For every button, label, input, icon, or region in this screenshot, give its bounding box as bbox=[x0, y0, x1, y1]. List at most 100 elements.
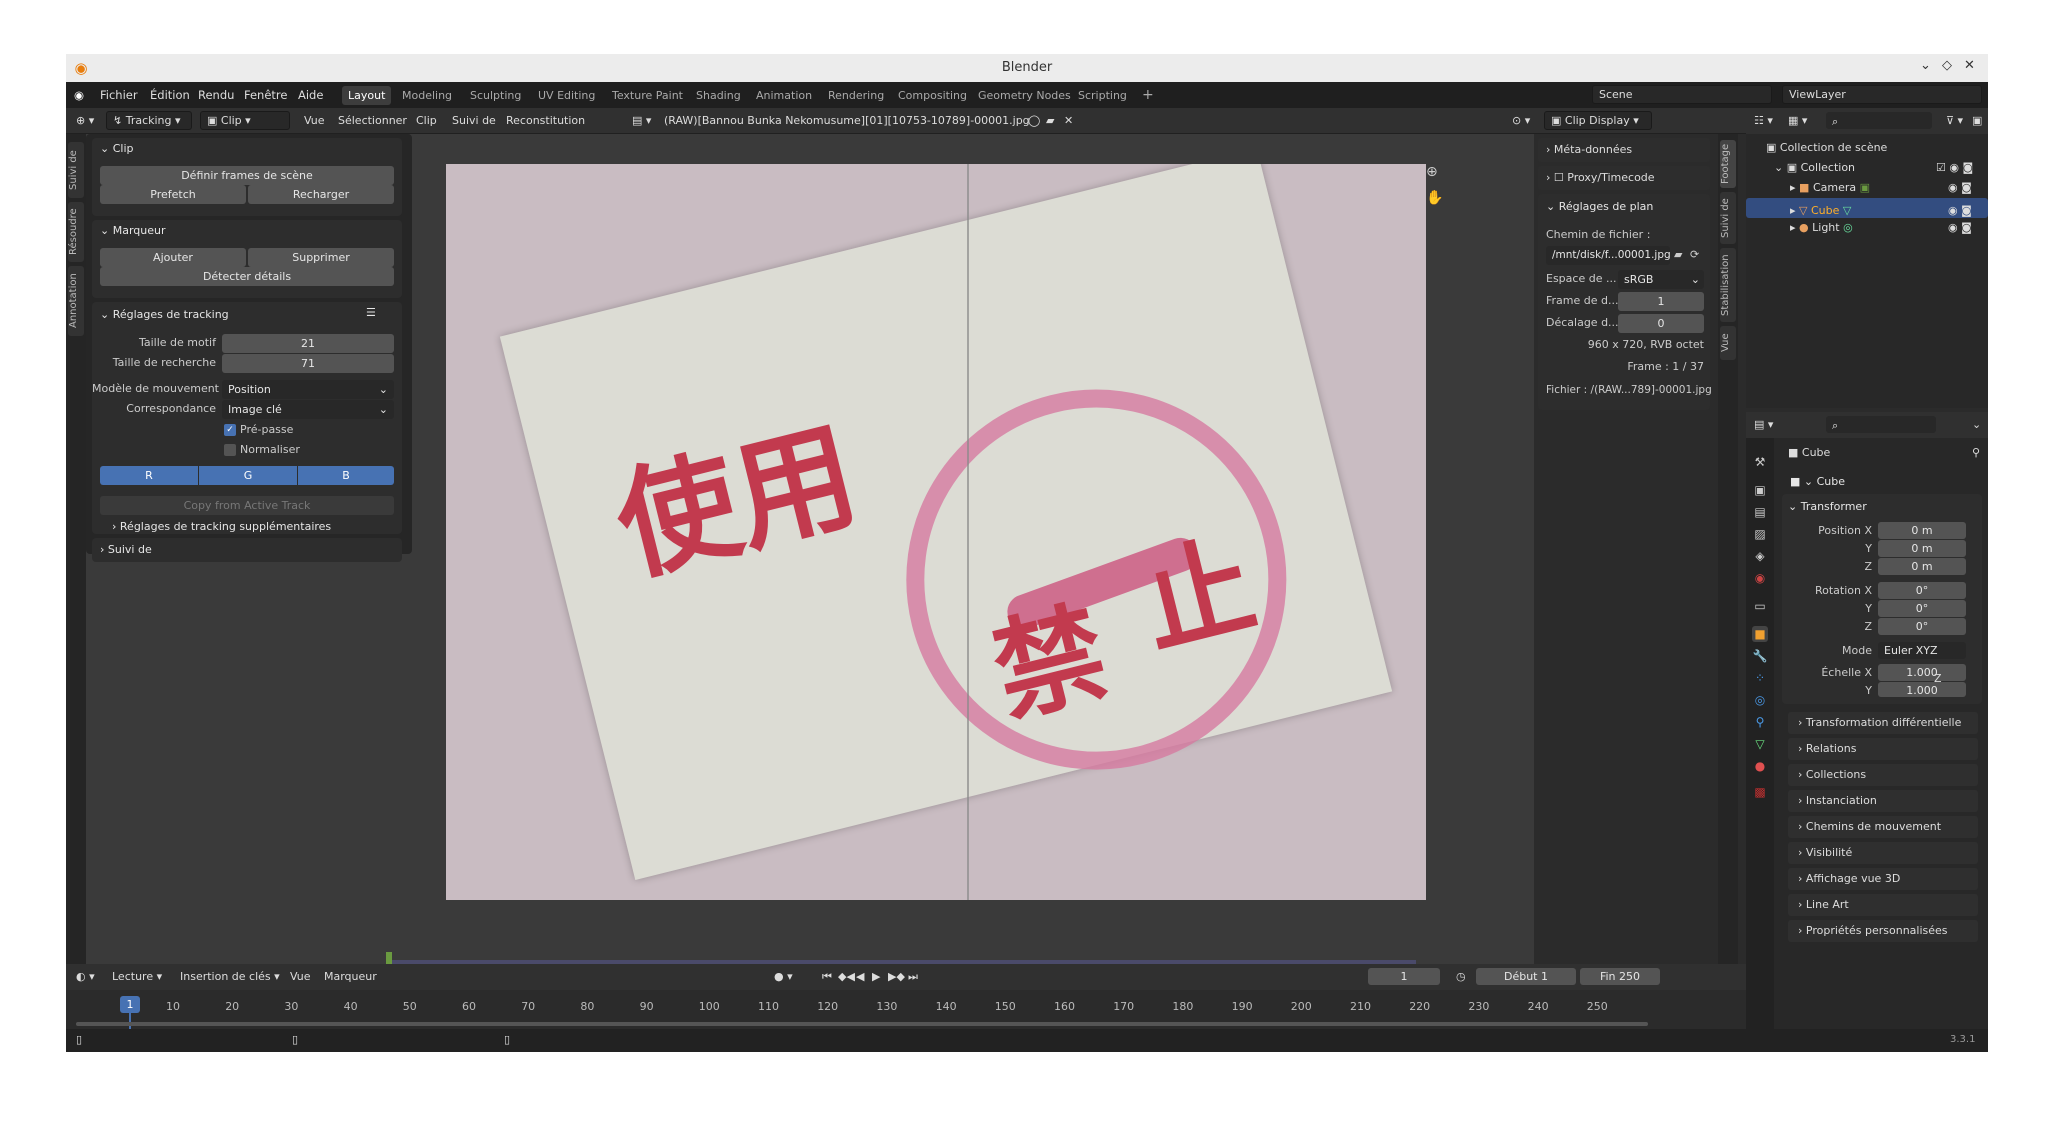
reload-button[interactable]: Recharger bbox=[248, 185, 394, 204]
play-reverse-icon[interactable]: ◀ bbox=[856, 970, 864, 983]
panel-clip-title[interactable]: ⌄ Clip bbox=[100, 142, 134, 155]
new-collection-icon[interactable]: ▣ bbox=[1972, 114, 1982, 127]
outliner-camera[interactable]: ▸ ■ Camera ▣ ◉ ◙ bbox=[1746, 178, 1988, 198]
position-z-field[interactable]: 0 m bbox=[1878, 558, 1966, 575]
menu-vue[interactable]: Vue bbox=[304, 114, 325, 127]
constraints-tab-icon[interactable]: ⚲ bbox=[1752, 714, 1768, 730]
prepass-checkbox[interactable]: ✓ bbox=[224, 424, 236, 436]
outliner-collection[interactable]: ⌄ ▣ Collection ☑ ◉ ◙ bbox=[1746, 158, 1988, 178]
object-tab-icon[interactable]: ■ bbox=[1752, 626, 1768, 642]
particles-tab-icon[interactable]: ⁘ bbox=[1752, 670, 1768, 686]
clip-browse-icon[interactable]: ▤ ▾ bbox=[632, 114, 651, 127]
normalize-checkbox[interactable] bbox=[224, 444, 236, 456]
transform-title[interactable]: ⌄ Transformer bbox=[1788, 500, 1867, 513]
position-x-field[interactable]: 0 m bbox=[1878, 522, 1966, 539]
maximize-icon[interactable]: ◇ bbox=[1942, 58, 1952, 73]
tab-suivi-de-right[interactable]: Suivi de bbox=[1720, 192, 1736, 244]
section-custom-properties[interactable]: › Propriétés personnalisées bbox=[1788, 920, 1978, 942]
outliner-cube[interactable]: ▸ ▽ Cube ▽ ◉ ◙ bbox=[1746, 198, 1988, 218]
scene-selector[interactable]: Scene bbox=[1592, 85, 1772, 104]
add-marker-button[interactable]: Ajouter bbox=[100, 248, 246, 267]
viewlayer-selector[interactable]: ViewLayer bbox=[1782, 85, 1982, 104]
tab-texture-paint[interactable]: Texture Paint bbox=[606, 86, 689, 105]
rotation-x-field[interactable]: 0° bbox=[1878, 582, 1966, 599]
visibility-icons[interactable]: ☑ ◉ ◙ bbox=[1936, 161, 1973, 174]
tab-footage[interactable]: Footage bbox=[1720, 140, 1736, 188]
scale-y-field[interactable]: 1.000 bbox=[1878, 682, 1966, 697]
clip-name[interactable]: (RAW)[Bannou Bunka Nekomusume][01][10753… bbox=[664, 114, 1030, 127]
detect-features-button[interactable]: Détecter détails bbox=[100, 267, 394, 286]
display-mode-icon[interactable]: ▦ ▾ bbox=[1788, 114, 1807, 127]
outliner-search-input[interactable]: ⌕ bbox=[1826, 112, 1932, 129]
extra-tracking-settings[interactable]: › Réglages de tracking supplémentaires bbox=[112, 520, 331, 533]
menu-fenetre[interactable]: Fenêtre bbox=[244, 88, 287, 102]
play-icon[interactable]: ▶ bbox=[872, 970, 880, 983]
footage-settings-title[interactable]: ⌄ Réglages de plan bbox=[1546, 200, 1653, 213]
minimize-icon[interactable]: ⌄ bbox=[1920, 58, 1931, 73]
menu-clip[interactable]: Clip bbox=[416, 114, 437, 127]
physics-tab-icon[interactable]: ◎ bbox=[1752, 692, 1768, 708]
menu-edition[interactable]: Édition bbox=[150, 88, 190, 102]
view-dropdown[interactable]: ▣ Clip ▾ bbox=[200, 111, 290, 130]
menu-reconstitution[interactable]: Reconstitution bbox=[506, 114, 585, 127]
render-tab-icon[interactable]: ▣ bbox=[1752, 482, 1768, 498]
zoom-icon[interactable]: ⊕ bbox=[1426, 164, 1438, 180]
define-scene-frames-button[interactable]: Définir frames de scène bbox=[100, 166, 394, 185]
current-frame-field[interactable]: 1 bbox=[1368, 968, 1440, 985]
section-motion-paths[interactable]: › Chemins de mouvement bbox=[1788, 816, 1978, 838]
scene-tab-icon[interactable]: ◈ bbox=[1752, 548, 1768, 564]
panel-tracking-title[interactable]: ⌄ Réglages de tracking bbox=[100, 308, 229, 321]
position-y-field[interactable]: 0 m bbox=[1878, 540, 1966, 557]
tab-vue[interactable]: Vue bbox=[1720, 326, 1736, 360]
data-tab-icon[interactable]: ▽ bbox=[1752, 736, 1768, 752]
tab-uv-editing[interactable]: UV Editing bbox=[532, 86, 601, 105]
overlay-icon[interactable]: ⊙ ▾ bbox=[1512, 114, 1530, 127]
menu-rendu[interactable]: Rendu bbox=[198, 88, 234, 102]
menu-fichier[interactable]: Fichier bbox=[100, 88, 138, 102]
pin-icon[interactable]: ⚲ bbox=[1972, 446, 1980, 459]
timeline-editor-type-icon[interactable]: ◐ ▾ bbox=[76, 970, 95, 983]
section-collections[interactable]: › Collections bbox=[1788, 764, 1978, 786]
section-relations[interactable]: › Relations bbox=[1788, 738, 1978, 760]
tab-animation[interactable]: Animation bbox=[750, 86, 818, 105]
tab-annotation[interactable]: Annotation bbox=[68, 266, 84, 336]
modifier-tab-icon[interactable]: 🔧 bbox=[1752, 648, 1768, 664]
panel-marker-title[interactable]: ⌄ Marqueur bbox=[100, 224, 166, 237]
tab-rendering[interactable]: Rendering bbox=[822, 86, 890, 105]
add-workspace-icon[interactable]: + bbox=[1136, 84, 1160, 103]
material-tab-icon[interactable]: ● bbox=[1752, 758, 1768, 774]
prev-keyframe-icon[interactable]: ◆◀ bbox=[838, 970, 855, 983]
unlink-icon[interactable]: ✕ bbox=[1064, 114, 1073, 127]
frame-offset-field[interactable]: 0 bbox=[1618, 314, 1704, 333]
path-field[interactable]: /mnt/disk/f...00001.jpg bbox=[1546, 246, 1671, 265]
clip-display-dropdown[interactable]: ▣ Clip Display ▾ bbox=[1544, 111, 1652, 130]
section-visibility[interactable]: › Visibilité bbox=[1788, 842, 1978, 864]
jump-start-icon[interactable]: ⏮ bbox=[822, 970, 832, 984]
output-tab-icon[interactable]: ▤ bbox=[1752, 504, 1768, 520]
section-line-art[interactable]: › Line Art bbox=[1788, 894, 1978, 916]
section-viewport-display[interactable]: › Affichage vue 3D bbox=[1788, 868, 1978, 890]
tab-stabilisation[interactable]: Stabilisation bbox=[1720, 248, 1736, 322]
motion-model-select[interactable]: Position ⌄ bbox=[222, 380, 394, 399]
channel-g-toggle[interactable]: G bbox=[199, 466, 297, 485]
section-instanciation[interactable]: › Instanciation bbox=[1788, 790, 1978, 812]
start-frame-range[interactable]: Début 1 bbox=[1476, 968, 1576, 985]
frame-ruler[interactable]: 10 20 30 40 50 60 70 80 90 100 110 120 130 140 150 160 1… bbox=[66, 1000, 1726, 1018]
menu-marqueur[interactable]: Marqueur bbox=[324, 970, 377, 983]
search-size-field[interactable]: 71 bbox=[222, 354, 394, 373]
mode-dropdown[interactable]: ↯ Tracking ▾ bbox=[106, 111, 192, 130]
jump-end-icon[interactable]: ⏭ bbox=[908, 970, 918, 984]
end-frame-range[interactable]: Fin 250 bbox=[1580, 968, 1660, 985]
tab-layout[interactable]: Layout bbox=[342, 86, 392, 105]
next-keyframe-icon[interactable]: ▶◆ bbox=[888, 970, 905, 983]
metadata-panel[interactable]: › Méta-données bbox=[1538, 138, 1710, 162]
fake-user-icon[interactable]: ◯ bbox=[1028, 114, 1040, 127]
tab-compositing[interactable]: Compositing bbox=[892, 86, 973, 105]
tab-sculpting[interactable]: Sculpting bbox=[464, 86, 527, 105]
copy-from-active-track-button[interactable]: Copy from Active Track bbox=[100, 496, 394, 515]
outliner-scene-collection[interactable]: ▣ Collection de scène bbox=[1746, 138, 1988, 158]
match-select[interactable]: Image clé ⌄ bbox=[222, 400, 394, 419]
reload-icon[interactable]: ⟳ bbox=[1690, 248, 1699, 261]
open-folder-icon[interactable]: ▰ bbox=[1674, 248, 1682, 261]
timeline-scrollbar[interactable] bbox=[76, 1022, 1648, 1026]
